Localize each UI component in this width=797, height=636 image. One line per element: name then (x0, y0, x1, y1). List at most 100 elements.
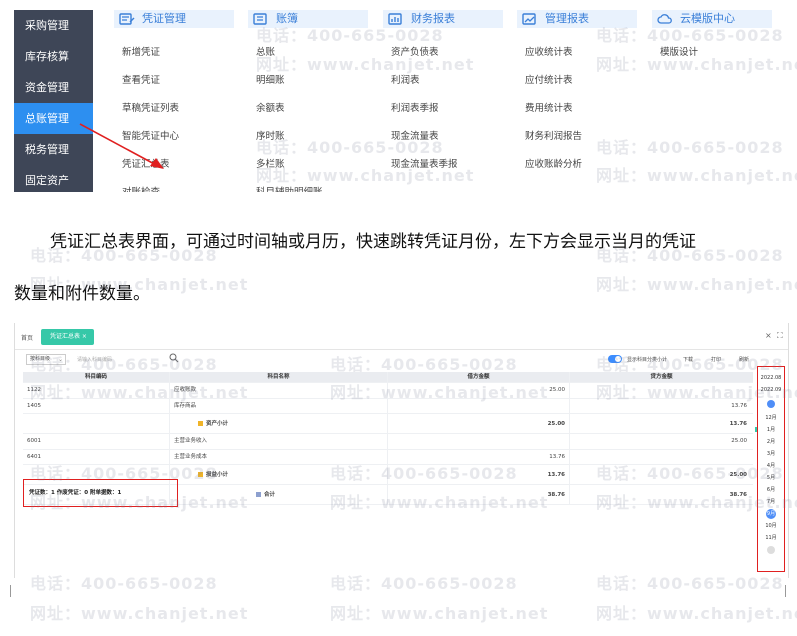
column-header: 贷方金额 (650, 374, 673, 380)
search-icon[interactable] (169, 353, 179, 363)
menu-item[interactable]: 新增凭证 (114, 39, 234, 67)
timeline-up-icon[interactable] (767, 400, 775, 408)
timeline-month[interactable]: 7月 (758, 496, 784, 508)
subtotal-label: 损益小计 (206, 472, 229, 478)
cell-debit (388, 398, 570, 413)
paragraph-line: 数量和附件数量。 (14, 284, 150, 304)
toggle-label: 显示科目分类小计 (627, 357, 668, 363)
cell-name: 损益小计 (170, 465, 388, 484)
menu-item[interactable]: 序时账 (248, 123, 368, 151)
tab-home[interactable]: 首页 (21, 333, 33, 342)
timeline-year[interactable]: 2022.09 (758, 384, 784, 396)
menu-item[interactable]: 资产负债表 (383, 39, 503, 67)
menu-item[interactable]: 查看凭证 (114, 67, 234, 95)
timeline-month[interactable]: 4月 (758, 460, 784, 472)
voucher-count-text: 凭证数：1 作废凭证：0 附单据数：1 (29, 490, 122, 496)
column-header: 科目编码 (23, 372, 170, 382)
table-header: 科目编码 科目名称 借方金额 贷方金额 (23, 372, 753, 383)
menu-item[interactable]: 应收账龄分析 (517, 151, 637, 179)
voucher-icon (119, 13, 135, 25)
menu-item[interactable]: 利润表 (383, 67, 503, 95)
download-button[interactable]: 下载 (683, 356, 693, 363)
menu-item[interactable]: 财务利润报告 (517, 123, 637, 151)
column-header: 科目名称 (170, 372, 388, 382)
menu-column: 云模版中心 模版设计 (652, 10, 772, 67)
cell-name: 主营业务收入 (170, 434, 388, 449)
menu-item[interactable]: 科目辅助明细账 (248, 179, 368, 192)
menu-column-header: 凭证管理 (114, 10, 234, 28)
timeline-month[interactable]: 3月 (758, 448, 784, 460)
side-nav-item[interactable]: 资金管理 (14, 72, 93, 103)
cell-credit (570, 383, 753, 398)
voucher-summary-screenshot: 首页 凭证汇总表 × × ⛶ 按科目级 ⌄ 请输入科目编码 显示科目分类小计 下… (14, 323, 789, 578)
subtotal-label: 资产小计 (206, 421, 229, 427)
page-corner-mark (785, 585, 786, 597)
menu-item[interactable]: 费用统计表 (517, 95, 637, 123)
menu-columns: 凭证管理 新增凭证 查看凭证 草稿凭证列表 智能凭证中心 凭证汇总表 对账检查 … (114, 10, 774, 192)
watermark-site: 网址：www.chanjet.net (30, 604, 249, 623)
ledger-icon (253, 13, 267, 25)
red-arrow-annotation (79, 123, 164, 169)
menu-item[interactable]: 余额表 (248, 95, 368, 123)
table-row[interactable]: 1122 应收账款 25.00 (23, 383, 753, 399)
tab-voucher-summary[interactable]: 凭证汇总表 × (41, 329, 94, 345)
menu-item[interactable]: 现金流量表 (383, 123, 503, 151)
print-button[interactable]: 打印 (711, 356, 721, 363)
timeline-month[interactable]: 1月 (758, 424, 784, 436)
menu-item[interactable]: 草稿凭证列表 (114, 95, 234, 123)
table-row[interactable]: 6001 主营业务收入 25.00 (23, 434, 753, 450)
cell-code: 6001 (23, 434, 170, 449)
menu-item[interactable]: 对账检查 (114, 179, 234, 192)
table-row[interactable]: 6401 主营业务成本 13.76 (23, 449, 753, 465)
subtotal-toggle[interactable] (608, 355, 622, 363)
timeline-month-selected[interactable]: 9月 (758, 508, 784, 520)
timeline-month[interactable]: 12月 (758, 412, 784, 424)
close-icon[interactable]: × (765, 331, 772, 340)
menu-item[interactable]: 利润表季报 (383, 95, 503, 123)
menu-item[interactable]: 总账 (248, 39, 368, 67)
cell-code: 6401 (23, 449, 170, 464)
timeline-down-icon[interactable] (767, 546, 775, 554)
side-nav-item[interactable]: 采购管理 (14, 10, 93, 41)
column-header: 借方金额 (388, 372, 570, 382)
subtotal-icon (198, 472, 203, 477)
menu-item[interactable]: 明细账 (248, 67, 368, 95)
paragraph-line: 凭证汇总表界面，可通过时间轴或月历，快速跳转凭证月份，左下方会显示当月的凭证 (50, 232, 696, 252)
tab-bar: 首页 凭证汇总表 × × ⛶ (15, 323, 788, 350)
menu-item[interactable]: 应收统计表 (517, 39, 637, 67)
cell-debit: 25.00 (388, 383, 570, 398)
level-select[interactable]: 按科目级 ⌄ (26, 354, 66, 365)
voucher-count-highlight: 凭证数：1 作废凭证：0 附单据数：1 (23, 479, 178, 507)
cell-name: 应收账款 (170, 383, 388, 398)
cell-credit: 25.00 (731, 438, 747, 444)
menu-column-title: 财务报表 (411, 12, 455, 25)
search-input[interactable]: 请输入科目编码 (77, 356, 112, 363)
subtotal-icon (198, 421, 203, 426)
fullscreen-icon[interactable]: ⛶ (777, 331, 783, 341)
cell-debit: 25.00 (388, 414, 570, 433)
cloud-template-icon (657, 14, 672, 24)
timeline-month[interactable]: 2月 (758, 436, 784, 448)
menu-item[interactable]: 现金流量表季报 (383, 151, 503, 179)
menu-item[interactable]: 多栏账 (248, 151, 368, 179)
timeline-year[interactable]: 2022.08 (758, 372, 784, 384)
level-select-value: 按科目级 (30, 356, 51, 362)
total-debit: 38.76 (388, 485, 570, 504)
timeline-month[interactable]: 5月 (758, 472, 784, 484)
cell-name: 库存商品 (170, 398, 388, 413)
table-row[interactable]: 1405 库存商品 13.76 (23, 398, 753, 414)
side-nav-item[interactable]: 库存核算 (14, 41, 93, 72)
cell-name: 主营业务成本 (170, 449, 388, 464)
timeline-month[interactable]: 10月 (758, 520, 784, 532)
menu-item[interactable]: 应付统计表 (517, 67, 637, 95)
cell-credit: 13.76 (729, 421, 747, 427)
watermark-site: 网址：www.chanjet.net (330, 604, 549, 623)
timeline-month[interactable]: 6月 (758, 484, 784, 496)
timeline-month[interactable]: 11月 (758, 532, 784, 544)
watermark-site: 网址：www.chanjet.net (596, 604, 797, 623)
cell-credit: 13.76 (731, 402, 747, 409)
toolbar: 按科目级 ⌄ 请输入科目编码 显示科目分类小计 下载 打印 刷新 (23, 350, 758, 370)
menu-column-header: 财务报表 (383, 10, 503, 28)
refresh-button[interactable]: 刷新 (739, 356, 749, 363)
menu-item[interactable]: 模版设计 (652, 39, 772, 67)
